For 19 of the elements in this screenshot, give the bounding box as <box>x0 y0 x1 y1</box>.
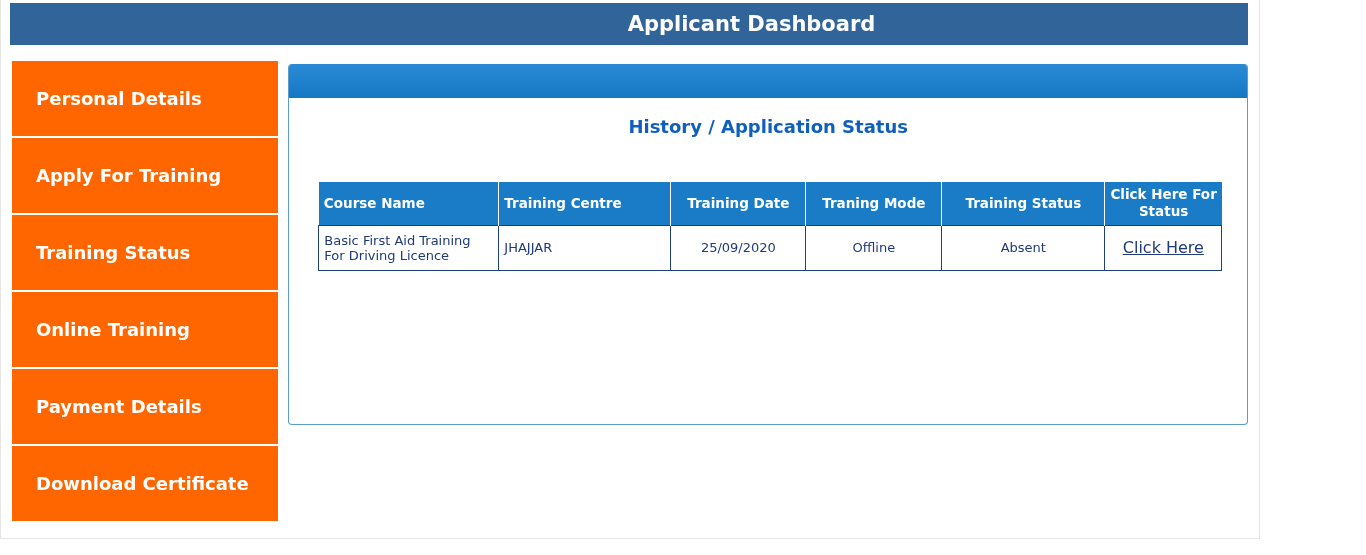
column-header: Training Status <box>941 182 1105 225</box>
column-header: Click Here For Status <box>1104 182 1222 225</box>
sidebar-button[interactable]: Online Training <box>12 292 279 367</box>
sidebar-button[interactable]: Download Certificate <box>12 446 279 521</box>
table-cell: Absent <box>941 225 1105 270</box>
page-title: Applicant Dashboard <box>627 12 876 36</box>
table-cell: 25/09/2020 <box>670 225 806 270</box>
sidebar-button[interactable]: Apply For Training <box>12 138 279 213</box>
sidebar-button[interactable]: Personal Details <box>12 61 279 136</box>
column-header: Training Centre <box>498 182 671 225</box>
column-header: Course Name <box>318 182 499 225</box>
table-cell: JHAJJAR <box>498 225 671 270</box>
table-cell: Offline <box>805 225 942 270</box>
table-cell: Basic First Aid Training For Driving Licence <box>318 225 499 270</box>
panel-title: History / Application Status <box>627 116 909 137</box>
sidebar-button[interactable]: Payment Details <box>12 369 279 444</box>
sidebar-button[interactable]: Training Status <box>12 215 279 290</box>
column-header: Traning Mode <box>805 182 942 225</box>
column-header: Training Date <box>670 182 806 225</box>
